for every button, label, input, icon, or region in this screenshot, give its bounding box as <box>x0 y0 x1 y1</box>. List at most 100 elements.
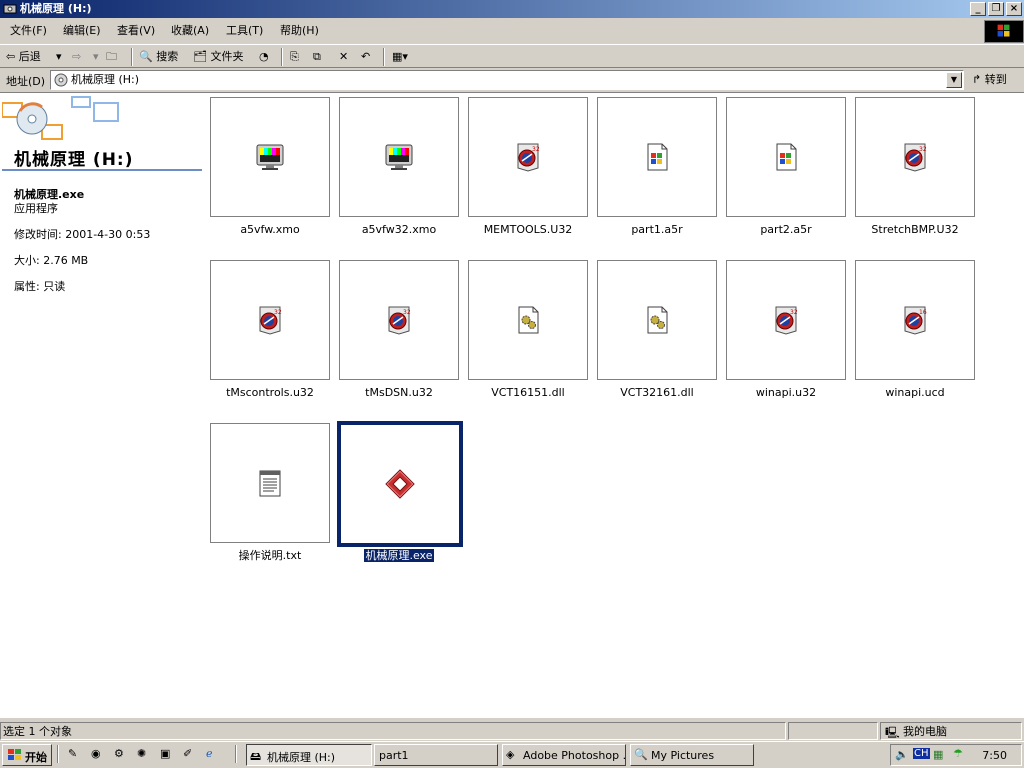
task-explorer[interactable]: 🖴 机械原理 (H:) <box>246 744 372 766</box>
forward-dropdown-icon[interactable]: ▾ <box>93 48 99 66</box>
svg-text:32: 32 <box>790 309 798 316</box>
move-to-icon[interactable]: ⎘ <box>290 48 299 66</box>
menu-file[interactable]: 文件(F) <box>10 24 47 38</box>
selected-file-name: 机械原理.exe <box>14 188 85 201</box>
xtra-32-icon: 32 <box>512 141 544 173</box>
forward-arrow-icon[interactable]: ⇨ <box>72 48 81 66</box>
window-title: 机械原理 (H:) <box>20 2 92 15</box>
file-thumbnail[interactable] <box>468 260 588 380</box>
quicklaunch-app-icon[interactable]: ✺ <box>137 747 153 763</box>
file-thumbnail[interactable] <box>210 423 330 543</box>
tray-umbrella-icon[interactable]: ☂ <box>953 747 963 760</box>
delete-icon[interactable]: ✕ <box>339 48 348 66</box>
minimize-button[interactable]: _ <box>970 2 986 16</box>
file-name-label[interactable]: StretchBMP.U32 <box>845 223 985 236</box>
menu-edit[interactable]: 编辑(E) <box>63 24 101 38</box>
details-panel: 机械原理 (H:) 机械原理.exe 应用程序 修改时间: 2001-4-30 … <box>0 93 204 719</box>
back-button[interactable]: ⇦ 后退 <box>6 48 41 66</box>
quicklaunch-editor-icon[interactable]: ✐ <box>183 747 199 763</box>
status-text: 选定 1 个对象 <box>3 725 72 738</box>
back-dropdown-icon[interactable]: ▾ <box>56 48 62 66</box>
task-photoshop[interactable]: ◈ Adobe Photoshop ... <box>502 744 626 766</box>
volume-icon[interactable]: 🔈 <box>895 748 909 761</box>
file-name-text: MEMTOOLS.U32 <box>483 223 573 236</box>
task-my-pictures[interactable]: 🔍 My Pictures <box>630 744 754 766</box>
title-bar[interactable]: 机械原理 (H:) _ ❐ × <box>0 0 1024 18</box>
file-name-label[interactable]: a5vfw.xmo <box>200 223 340 236</box>
file-name-label[interactable]: MEMTOOLS.U32 <box>458 223 598 236</box>
menu-help[interactable]: 帮助(H) <box>280 24 319 38</box>
file-name-text: 操作说明.txt <box>238 549 302 562</box>
file-name-text: a5vfw32.xmo <box>361 223 437 236</box>
file-name-label[interactable]: tMscontrols.u32 <box>200 386 340 399</box>
menu-view[interactable]: 查看(V) <box>117 24 155 38</box>
file-thumbnail[interactable] <box>339 97 459 217</box>
file-name-label[interactable]: tMsDSN.u32 <box>329 386 469 399</box>
quicklaunch-media-icon[interactable]: ▣ <box>160 747 176 763</box>
file-thumbnail[interactable]: 32 <box>210 260 330 380</box>
address-input[interactable]: 机械原理 (H:) ▼ <box>50 70 964 90</box>
file-thumbnail[interactable] <box>337 421 463 547</box>
file-name-label[interactable]: winapi.u32 <box>716 386 856 399</box>
xtra-16-icon: 16 <box>899 304 931 336</box>
file-view[interactable]: 机械原理 (H:) 机械原理.exe 应用程序 修改时间: 2001-4-30 … <box>0 92 1024 718</box>
folders-button[interactable]: 🗂 文件夹 <box>193 48 243 66</box>
taskbar-separator <box>57 745 59 763</box>
toolbar-separator <box>383 48 385 66</box>
quicklaunch-player-icon[interactable]: ◉ <box>91 747 107 763</box>
menu-tools[interactable]: 工具(T) <box>226 24 263 38</box>
video-bars-icon <box>383 141 415 173</box>
go-button[interactable]: ↱ 转到 <box>972 71 1007 89</box>
file-thumbnail[interactable]: 32 <box>726 260 846 380</box>
file-thumbnail[interactable] <box>597 97 717 217</box>
file-thumbnail[interactable] <box>726 97 846 217</box>
file-name-label[interactable]: VCT16151.dll <box>458 386 598 399</box>
file-name-label[interactable]: VCT32161.dll <box>587 386 727 399</box>
xtra-32-icon: 32 <box>770 304 802 336</box>
address-label: 地址(D) <box>6 75 46 88</box>
file-thumbnail[interactable]: 16 <box>855 260 975 380</box>
file-name-text: VCT32161.dll <box>620 386 694 399</box>
search-icon: 🔍 <box>139 50 153 63</box>
close-button[interactable]: × <box>1006 2 1022 16</box>
taskbar: 开始 ✎ ◉ ⚙ ✺ ▣ ✐ ℯ 🖴 机械原理 (H:) part1 ◈ Ado… <box>0 741 1024 768</box>
file-name-label[interactable]: 操作说明.txt <box>200 549 340 562</box>
xtra-32-icon: 32 <box>254 304 286 336</box>
file-name-label[interactable]: part2.a5r <box>716 223 856 236</box>
language-indicator[interactable]: CH <box>913 748 930 759</box>
file-thumbnail[interactable]: 32 <box>855 97 975 217</box>
drive-icon <box>3 4 17 14</box>
quicklaunch-paint-icon[interactable]: ✎ <box>68 747 84 763</box>
file-thumbnail[interactable] <box>597 260 717 380</box>
file-name-label[interactable]: 机械原理.exe <box>329 548 469 563</box>
svg-text:32: 32 <box>403 309 411 316</box>
cd-drive-banner-icon <box>2 96 119 140</box>
up-folder-icon[interactable]: 🗀 <box>106 48 117 66</box>
file-thumbnail[interactable] <box>210 97 330 217</box>
tray-app-icon[interactable]: ▦ <box>933 748 943 761</box>
task-part1[interactable]: part1 <box>374 744 498 766</box>
search-button[interactable]: 🔍 搜索 <box>139 48 178 66</box>
menu-favorites[interactable]: 收藏(A) <box>171 24 209 38</box>
file-thumbnail[interactable]: 32 <box>468 97 588 217</box>
views-icon[interactable]: ▦▾ <box>392 48 408 66</box>
file-name-label[interactable]: part1.a5r <box>587 223 727 236</box>
undo-icon[interactable]: ↶ <box>361 48 370 66</box>
file-name-text: VCT16151.dll <box>491 386 565 399</box>
quicklaunch-ie-icon[interactable]: ℯ <box>206 747 222 763</box>
file-name-text: part1.a5r <box>631 223 683 236</box>
history-icon[interactable]: ◔ <box>259 48 269 66</box>
back-arrow-icon: ⇦ <box>6 50 16 63</box>
start-button[interactable]: 开始 <box>2 744 52 766</box>
status-zone-text: 我的电脑 <box>903 725 947 738</box>
restore-button[interactable]: ❐ <box>988 2 1004 16</box>
photoshop-icon: ◈ <box>506 748 515 761</box>
quicklaunch-tool-icon[interactable]: ⚙ <box>114 747 130 763</box>
selected-file-modified: 修改时间: 2001-4-30 0:53 <box>14 228 151 241</box>
windows-file-icon <box>770 141 802 173</box>
file-name-label[interactable]: a5vfw32.xmo <box>329 223 469 236</box>
file-thumbnail[interactable]: 32 <box>339 260 459 380</box>
copy-to-icon[interactable]: ⧉ <box>313 48 321 66</box>
address-dropdown-icon[interactable]: ▼ <box>946 72 962 88</box>
file-name-label[interactable]: winapi.ucd <box>845 386 985 399</box>
